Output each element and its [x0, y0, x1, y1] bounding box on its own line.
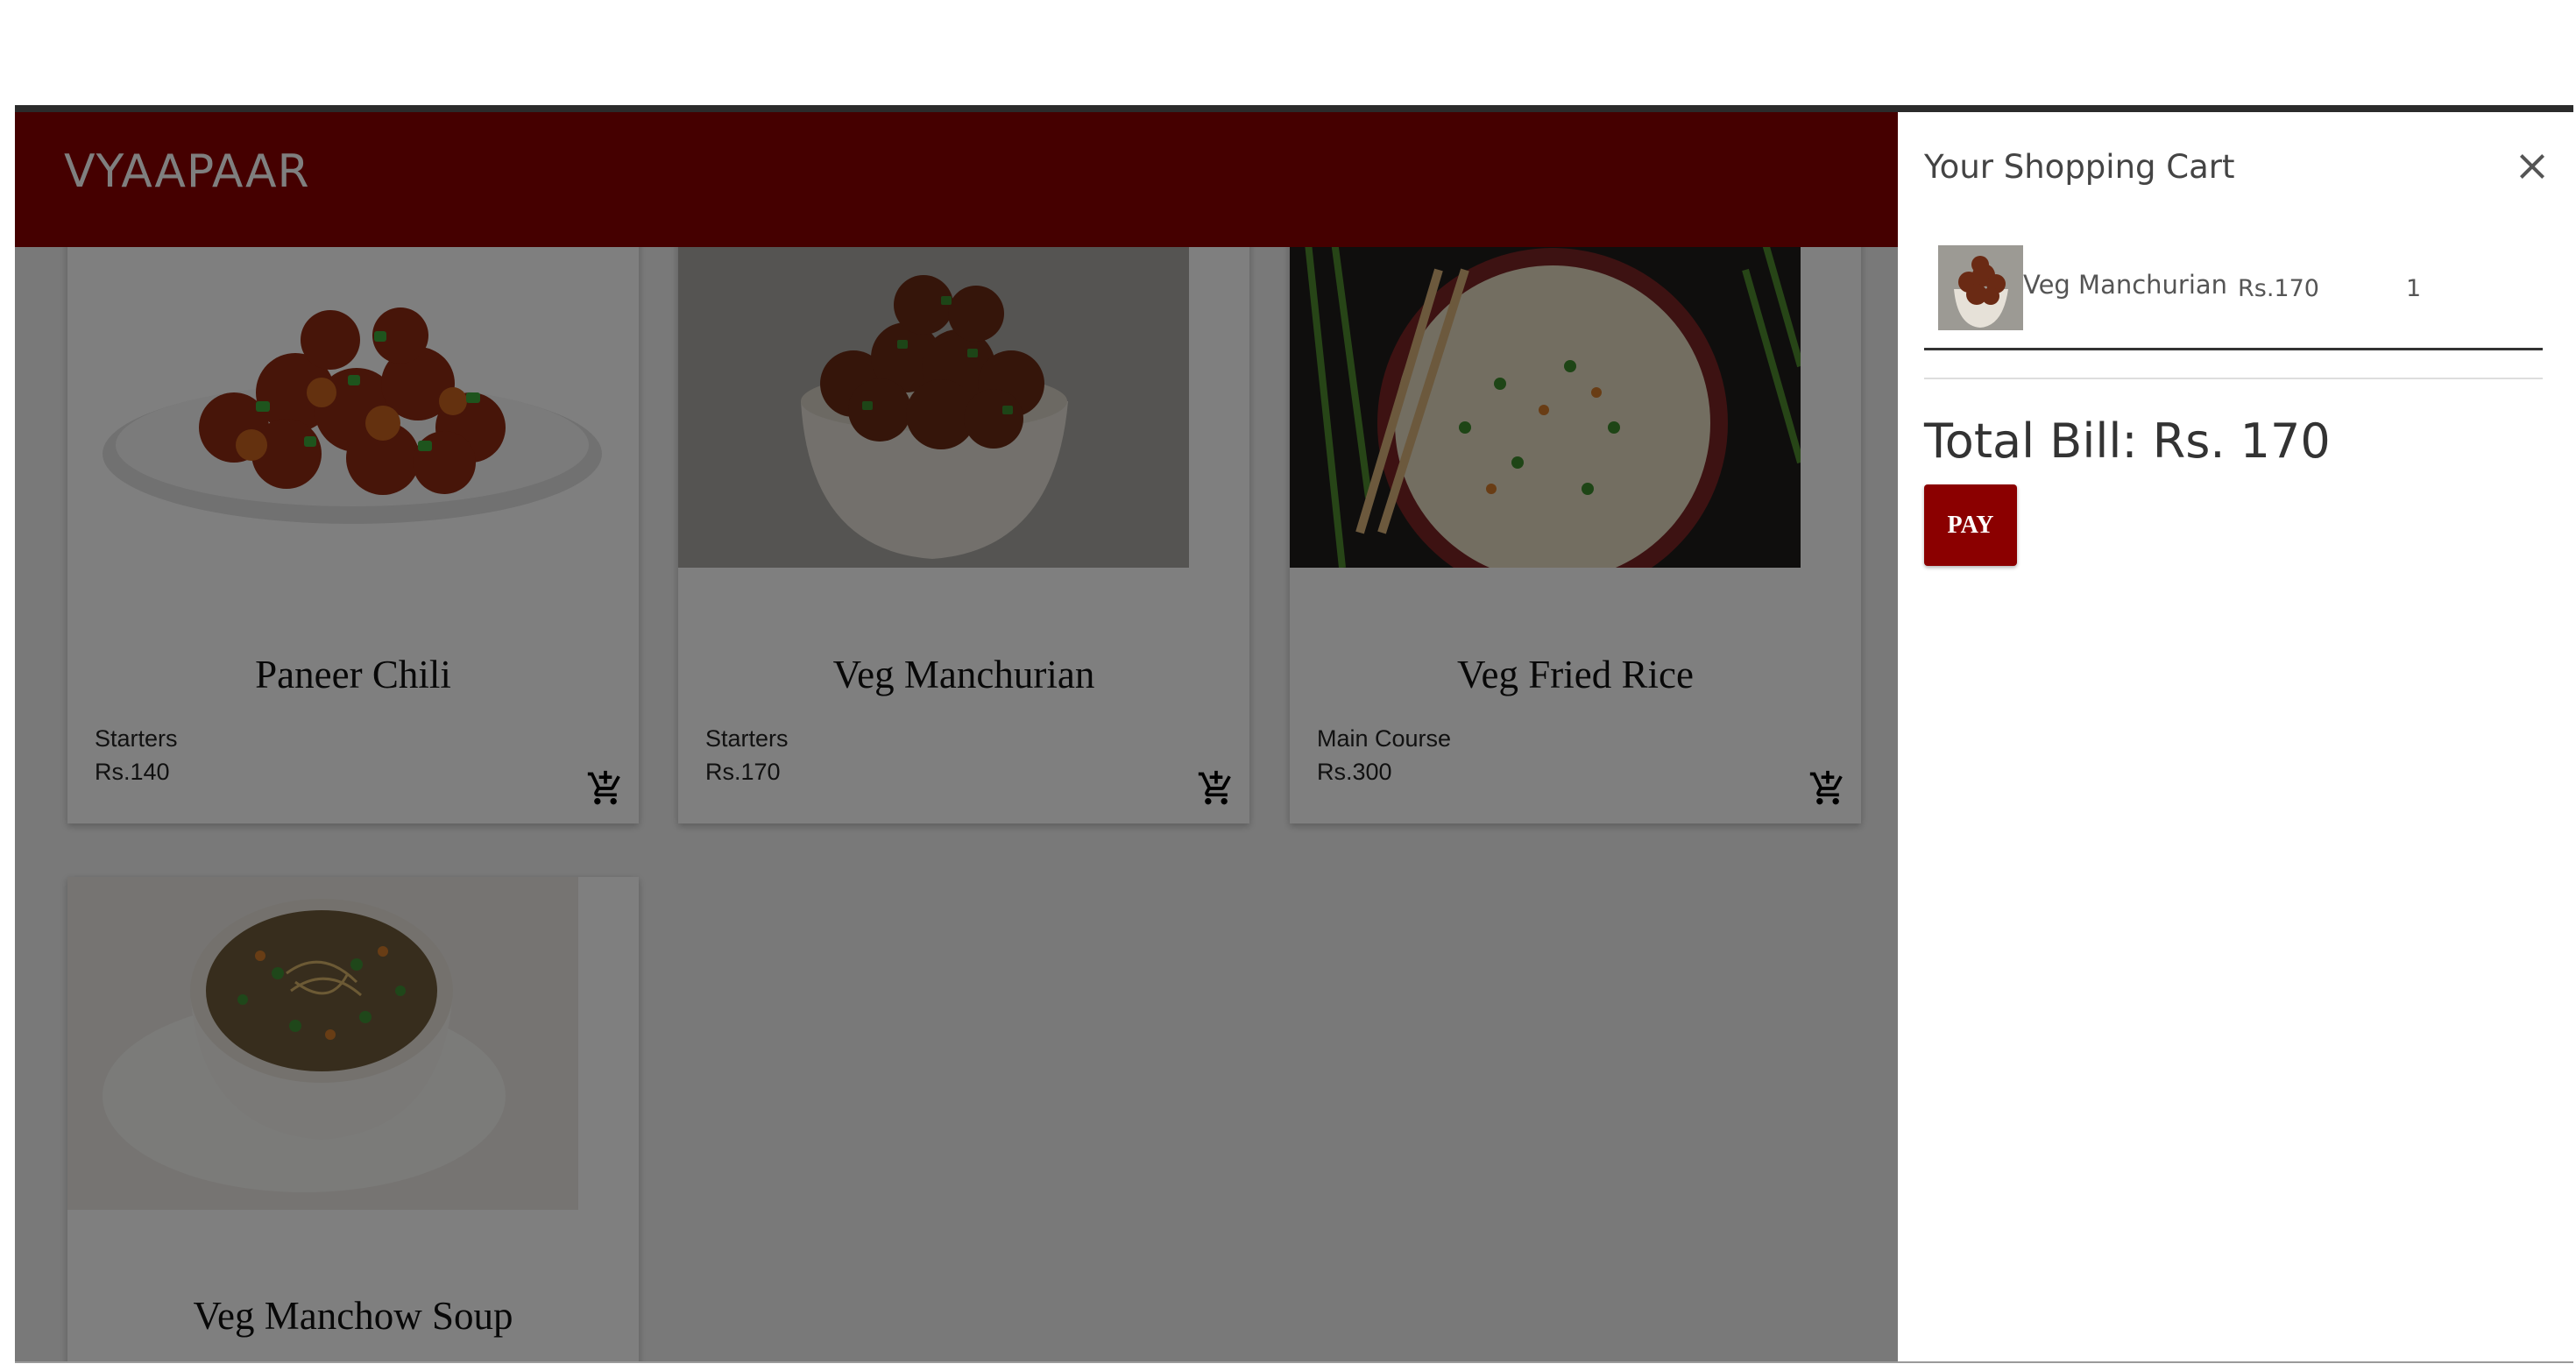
- menu-page: VYAAPAAR: [15, 112, 1898, 1361]
- veg-manchurian-thumbnail: [1938, 245, 2023, 330]
- cart-title: Your Shopping Cart: [1924, 148, 2235, 186]
- total-bill: Total Bill: Rs. 170: [1924, 413, 2331, 469]
- bottom-border: [15, 1361, 2573, 1363]
- cart-item-quantity[interactable]: 1: [2406, 275, 2421, 302]
- cart-item-name: Veg Manchurian: [2023, 270, 2228, 300]
- cart-item: Veg Manchurian Rs.170 1: [1924, 245, 2543, 350]
- cart-item-price: Rs.170: [2238, 275, 2319, 302]
- shopping-cart-drawer: Your Shopping Cart Veg Manchurian Rs.170…: [1898, 112, 2573, 1361]
- backdrop-overlay[interactable]: [15, 112, 1898, 1361]
- browser-viewport: VYAAPAAR: [15, 105, 2573, 1363]
- close-icon[interactable]: [2511, 145, 2553, 187]
- divider: [1924, 378, 2543, 379]
- pay-button[interactable]: PAY: [1924, 484, 2017, 566]
- top-border: [15, 105, 2573, 112]
